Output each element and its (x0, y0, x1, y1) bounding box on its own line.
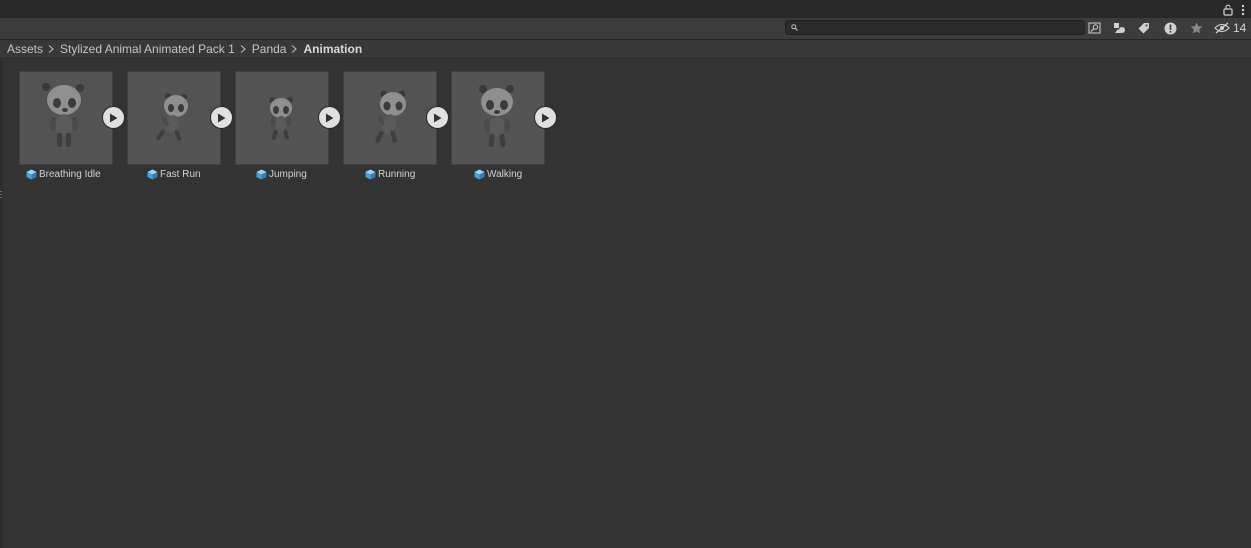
asset-name: Jumping (269, 169, 307, 180)
model-icon (147, 169, 158, 180)
asset-name: Fast Run (160, 169, 201, 180)
window-titlebar (0, 0, 1251, 18)
breadcrumb-item-panda[interactable]: Panda (252, 42, 287, 56)
search-field[interactable] (785, 20, 1085, 35)
asset-label[interactable]: Breathing Idle (26, 168, 101, 181)
hidden-packages-button[interactable] (1213, 20, 1231, 36)
panda-model-preview (42, 83, 84, 147)
model-icon (26, 169, 37, 180)
panda-model-preview (156, 93, 188, 141)
asset-thumbnail[interactable] (343, 71, 437, 165)
asset-label[interactable]: Walking (474, 168, 522, 181)
panda-model-preview (375, 90, 406, 144)
lock-icon[interactable] (1223, 3, 1233, 16)
tag-icon (1138, 23, 1149, 34)
model-icon (474, 169, 485, 180)
resize-handle[interactable] (0, 186, 2, 198)
asset-name: Walking (487, 169, 523, 180)
play-animation-button[interactable] (210, 106, 233, 129)
search-input[interactable] (800, 21, 1080, 34)
play-icon (110, 113, 118, 122)
hidden-count-label: 14 (1233, 21, 1247, 35)
filter-by-label-button[interactable] (1135, 20, 1153, 36)
asset-name: Breathing Idle (39, 169, 101, 180)
play-icon (542, 113, 550, 122)
search-icon (791, 24, 798, 31)
asset-label[interactable]: Running (365, 168, 415, 181)
asset-label[interactable]: Fast Run (147, 168, 201, 181)
chevron-right-icon (292, 45, 298, 53)
chevron-right-icon (48, 45, 54, 53)
filter-by-log-type-button[interactable] (1161, 20, 1179, 36)
star-icon (1190, 22, 1202, 34)
breadcrumb-item-assets[interactable]: Assets (7, 42, 43, 56)
play-icon (326, 113, 334, 122)
chevron-right-icon (240, 45, 246, 53)
filter-by-type-button[interactable] (1110, 20, 1128, 36)
more-options-icon[interactable] (1241, 3, 1245, 16)
titlebar-controls (1223, 0, 1245, 18)
asset-thumbnail[interactable] (235, 71, 329, 165)
play-icon (218, 113, 226, 122)
breadcrumb: Assets Stylized Animal Animated Pack 1 P… (0, 40, 1251, 59)
play-animation-button[interactable] (318, 106, 341, 129)
open-search-icon (1088, 22, 1100, 34)
play-animation-button[interactable] (534, 106, 557, 129)
project-toolbar: 14 (0, 18, 1251, 40)
model-icon (365, 169, 376, 180)
asset-thumbnail[interactable] (127, 71, 221, 165)
eye-slash-icon (1214, 22, 1230, 34)
search-by-type-button[interactable] (1085, 20, 1103, 36)
shapes-icon (1113, 23, 1125, 33)
asset-thumbnail[interactable] (19, 71, 113, 165)
asset-name: Running (378, 169, 416, 180)
favorites-button[interactable] (1187, 20, 1205, 36)
play-icon (434, 113, 442, 122)
breadcrumb-item-current[interactable]: Animation (303, 42, 362, 56)
exclamation-icon (1164, 22, 1176, 34)
play-animation-button[interactable] (102, 106, 125, 129)
asset-label[interactable]: Jumping (256, 168, 307, 181)
panda-model-preview (479, 85, 514, 148)
model-icon (256, 169, 267, 180)
play-animation-button[interactable] (426, 106, 449, 129)
asset-thumbnail[interactable] (451, 71, 545, 165)
panda-model-preview (269, 97, 293, 140)
breadcrumb-item-pack[interactable]: Stylized Animal Animated Pack 1 (60, 42, 235, 56)
